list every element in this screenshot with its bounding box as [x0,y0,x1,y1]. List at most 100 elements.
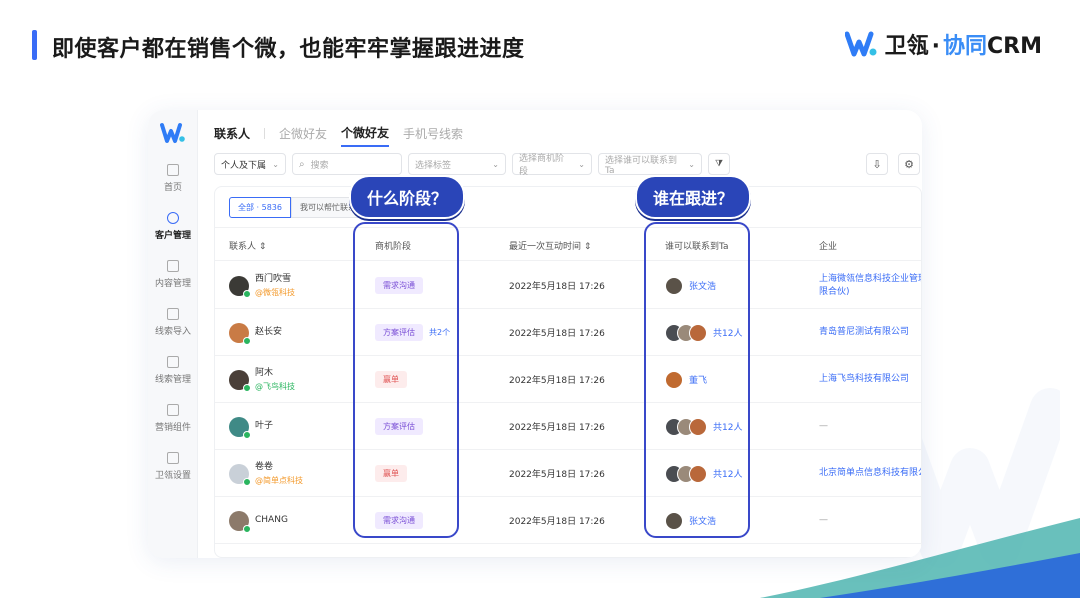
col-header-company: 企业 [819,242,838,252]
col-header-last-time-label: 最近一次互动时间 [509,242,582,252]
brand-dot: · [931,34,940,59]
tag-select[interactable]: 选择标签 ⌄ [408,153,506,175]
download-button[interactable]: ⇩ [866,153,888,175]
sidebar-item-label: 首页 [163,183,182,193]
col-header-last-time[interactable]: 最近一次互动时间 ⇕ [509,239,591,252]
page-headline: 即使客户都在销售个微，也能牢牢掌握跟进进度 [52,37,525,62]
avatar [229,322,251,345]
company-link[interactable]: 北京简单点信息科技有限公 [819,467,921,480]
contact-name: 赵长安 [255,327,283,337]
col-header-contact-label: 联系人 [229,242,257,252]
company-link[interactable]: 青岛普尼测试有限公司 [819,326,909,339]
sidebar-item-label: 营销组件 [154,423,191,433]
brand-name-part1: 卫瓴 [884,34,929,59]
wechat-badge-icon [243,524,251,533]
contact-select-placeholder: 选择谁可以联系到Ta [605,155,678,176]
company-empty: — [819,515,828,525]
import-icon [167,308,179,320]
tab-divider [264,128,266,139]
wechat-badge-icon [243,383,251,392]
contact-cell: 赵长安 [229,309,282,356]
tab-personal-wechat[interactable]: 个微好友 [341,124,390,147]
contact-select[interactable]: 选择谁可以联系到Ta ⌄ [598,153,702,176]
table-row[interactable]: CHANG 需求沟通 2022年5月18日 17:26 张文浩 — [215,497,921,544]
company-name-line1: 上海微瓴信息科技企业管理 [819,273,922,284]
title-accent-bar [32,30,37,60]
company-empty: — [819,421,828,431]
table-row[interactable]: 卷卷 @简单点科技 赢单 2022年5月18日 17:26 共12人 北京简单点信… [215,450,921,497]
crm-window: 首页 客户管理 内容管理 线索导入 线索管理 营销组件 卫瓴设置 联系人 企微好… [148,110,922,558]
avatar [229,369,251,392]
company-cell: 上海飞鸟科技有限公司 [819,356,909,403]
stage-callout: 什么阶段？ [349,175,466,219]
sidebar-item-settings[interactable]: 卫瓴设置 [148,452,198,481]
tab-bar: 联系人 企微好友 个微好友 手机号线索 [214,124,477,147]
search-icon: ⌕ [299,158,305,170]
sidebar-item-label: 卫瓴设置 [154,471,191,481]
wechat-badge-icon [243,477,251,486]
sidebar-item-content[interactable]: 内容管理 [148,260,198,289]
stage-select[interactable]: 选择商机阶段 ⌄ [512,153,592,177]
sidebar-item-label: 线索管理 [154,375,191,385]
contact-name-block: CHANG [255,514,288,527]
avatar [229,416,251,439]
contact-name: CHANG [255,515,288,525]
sort-icon: ⇕ [583,242,592,252]
stage-select-placeholder: 选择商机阶段 [519,154,565,177]
settings-button[interactable]: ⚙ [898,153,920,175]
avatar [229,510,251,533]
sidebar-item-customer[interactable]: 客户管理 [148,212,198,241]
contact-name: 阿木 [255,367,274,378]
brand-w-icon [844,31,877,57]
segment-control: 全部 · 5836 我可以帮忙联系 [229,197,365,218]
sidebar-item-import[interactable]: 线索导入 [148,308,198,337]
contact-cell: 西门吹雪 @微瓴科技 [229,262,295,309]
company-cell: 上海微瓴信息科技企业管理 限合伙) [819,262,922,309]
time-cell: 2022年5月18日 17:26 [509,517,605,527]
leads-icon [167,356,179,368]
company-name-line2: 限合伙) [819,286,850,297]
table-row[interactable]: 阿木 @飞鸟科技 赢单 2022年5月18日 17:26 董飞 上海飞鸟科技有限公… [215,356,921,403]
scope-select[interactable]: 个人及下属 ⌄ [214,153,286,175]
contact-cell: CHANG [229,497,288,544]
tag-select-placeholder: 选择标签 [415,160,452,171]
sidebar-item-home[interactable]: 首页 [148,164,198,193]
table-row[interactable]: 叶子 方案评估 2022年5月18日 17:26 共12人 — [215,403,921,450]
stage-column-highlight [353,222,459,538]
sort-icon: ⇕ [258,242,267,252]
brand-logo-group: 卫瓴 · 协同CRM [844,28,1042,60]
contact-name: 卷卷 [255,461,274,472]
contact-name: 叶子 [255,421,274,431]
time-cell: 2022年5月18日 17:26 [509,282,605,292]
company-cell: 北京简单点信息科技有限公 [819,450,921,497]
time-cell: 2022年5月18日 17:26 [509,329,605,339]
filter-icon: ⧩ [714,159,724,169]
wechat-badge-icon [243,430,251,439]
chevron-down-icon: ⌄ [272,159,279,169]
search-input[interactable]: ⌕ 搜索 [292,153,402,175]
tab-wecom-friends[interactable]: 企微好友 [279,125,327,146]
tab-phone-leads[interactable]: 手机号线索 [403,125,463,146]
contact-name-block: 赵长安 [255,326,282,339]
brand-name: 卫瓴 · 协同CRM [885,28,1042,60]
table-row[interactable]: 西门吹雪 @微瓴科技 需求沟通 2022年5月18日 17:26 张文浩 上海微瓴… [215,262,921,309]
filter-button[interactable]: ⧩ [708,153,730,175]
table-row[interactable]: 赵长安 方案评估 共2个 2022年5月18日 17:26 共12人 青岛普尼测试… [215,309,921,356]
segment-all[interactable]: 全部 · 5836 [229,197,291,218]
gear-icon: ⚙ [904,157,914,171]
col-header-contact[interactable]: 联系人 ⇕ [229,239,266,252]
contact-name-block: 卷卷 @简单点科技 [255,461,303,487]
who-column-highlight [644,222,750,538]
who-callout: 谁在跟进？ [635,175,752,219]
tab-contacts[interactable]: 联系人 [214,125,250,146]
app-logo-icon [160,123,185,143]
company-cell: — [819,403,828,450]
company-cell: 青岛普尼测试有限公司 [819,309,909,356]
company-link[interactable]: 上海微瓴信息科技企业管理 限合伙) [819,273,922,299]
sidebar-item-leads[interactable]: 线索管理 [148,356,198,385]
sidebar-item-marketing[interactable]: 营销组件 [148,404,198,433]
contact-company-tag: @飞鸟科技 [255,381,295,391]
home-icon [167,164,179,176]
contact-name-block: 阿木 @飞鸟科技 [255,367,295,393]
company-link[interactable]: 上海飞鸟科技有限公司 [819,373,909,386]
